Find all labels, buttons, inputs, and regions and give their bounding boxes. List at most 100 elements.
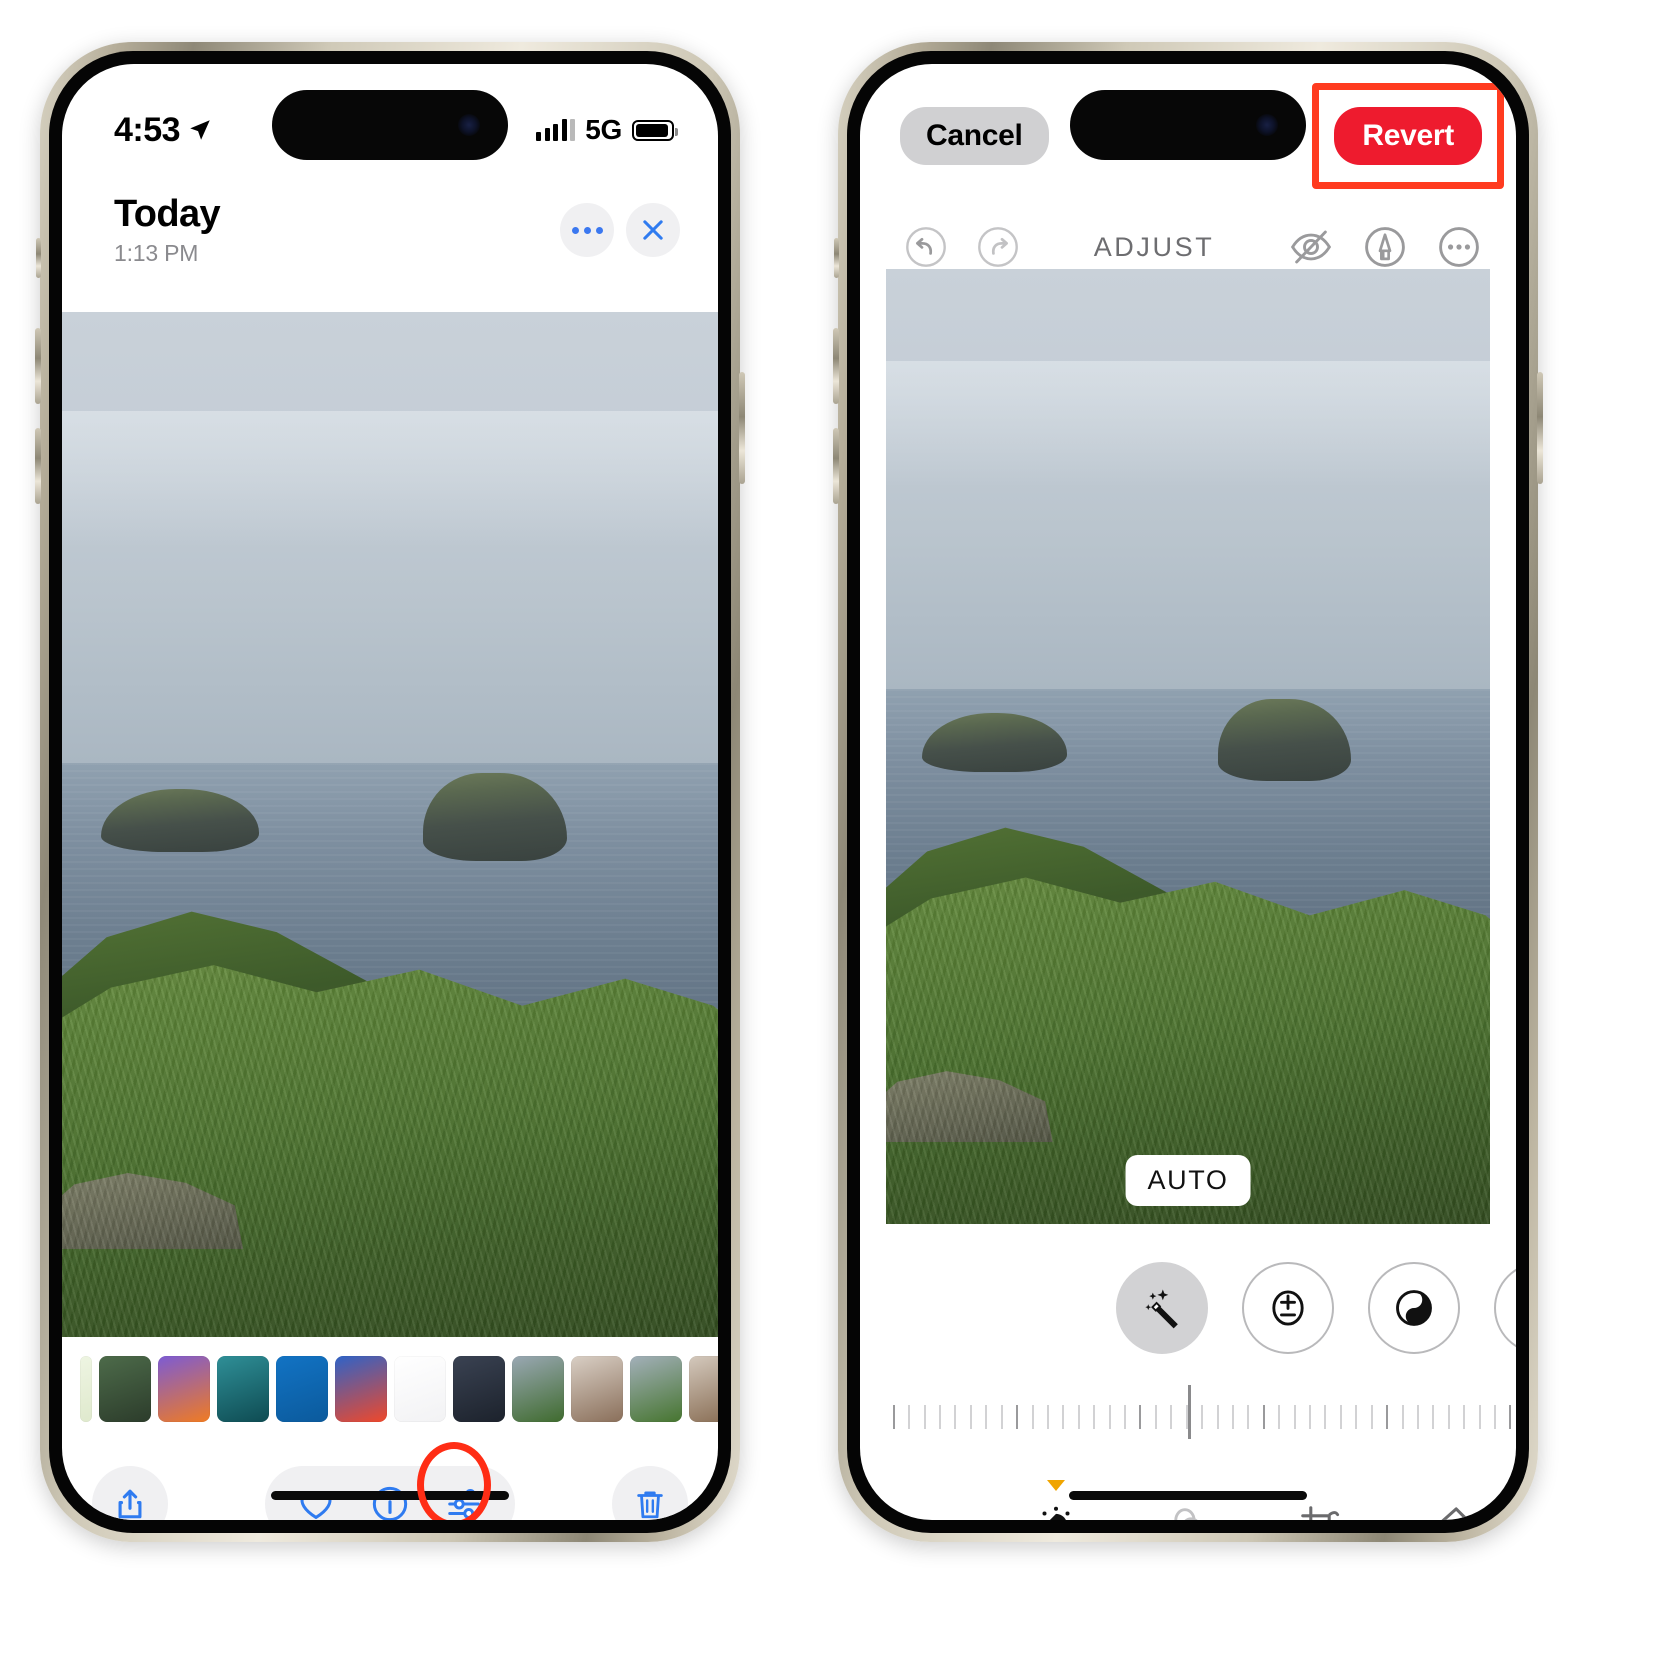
eraser-icon xyxy=(1441,1507,1469,1520)
ruler-tick xyxy=(969,1405,972,1429)
thumbnail-filmstrip[interactable] xyxy=(62,1352,718,1426)
thumbnail-item[interactable] xyxy=(512,1356,564,1422)
ruler-tick xyxy=(1324,1405,1327,1429)
iphone-right-device: Cancel Revert ADJUST AUTO xyxy=(833,42,1543,1542)
home-indicator[interactable] xyxy=(1069,1491,1307,1500)
ruler-tick xyxy=(1278,1405,1281,1429)
ruler-tick xyxy=(939,1405,942,1429)
ruler-tick xyxy=(1093,1405,1096,1429)
page-title: Today xyxy=(114,193,221,235)
thumbnail-item[interactable] xyxy=(80,1356,92,1422)
ruler-tick xyxy=(1386,1405,1389,1429)
location-arrow-icon xyxy=(190,120,210,140)
more-options-icon xyxy=(571,226,603,234)
power-button[interactable] xyxy=(1537,372,1543,484)
revert-button[interactable]: Revert xyxy=(1334,107,1482,165)
cancel-button[interactable]: Cancel xyxy=(900,107,1049,165)
photo-canvas[interactable] xyxy=(62,312,718,1337)
more-options-button[interactable] xyxy=(560,203,614,257)
photos-viewer-screen: 4:53 5G Today 1:13 PM xyxy=(62,64,718,1520)
photo-sky xyxy=(886,269,1490,690)
thumbnail-item[interactable] xyxy=(571,1356,623,1422)
photo-header-buttons xyxy=(560,203,680,257)
revert-button-wrapper: Revert xyxy=(1312,83,1504,189)
thumbnail-item[interactable] xyxy=(689,1356,718,1422)
thumbnail-item[interactable] xyxy=(99,1356,151,1422)
ruler-tick xyxy=(1355,1405,1358,1429)
trash-icon xyxy=(637,1491,663,1519)
exposure-plus-minus-icon xyxy=(1272,1290,1304,1326)
network-label: 5G xyxy=(585,114,622,145)
ruler-tick xyxy=(1478,1405,1481,1429)
thumbnail-item[interactable] xyxy=(394,1356,446,1422)
crop-rotate-icon xyxy=(1301,1506,1340,1520)
photo-sky xyxy=(62,312,718,763)
ruler-tick xyxy=(1124,1405,1127,1429)
edit-history-buttons xyxy=(904,225,1020,269)
volume-up-button[interactable] xyxy=(35,328,41,404)
ruler-tick xyxy=(1031,1405,1034,1429)
undo-arrow-icon[interactable] xyxy=(904,225,948,269)
ruler-tick xyxy=(1339,1405,1342,1429)
info-circle-icon xyxy=(372,1486,408,1520)
thumbnail-item[interactable] xyxy=(217,1356,269,1422)
eye-slash-icon[interactable] xyxy=(1288,224,1334,270)
ruler-tick xyxy=(1293,1405,1296,1429)
thumbnail-item[interactable] xyxy=(630,1356,682,1422)
markup-pen-circle-icon[interactable] xyxy=(1362,224,1408,270)
volume-down-button[interactable] xyxy=(35,428,41,504)
ruler-tick xyxy=(1108,1405,1111,1429)
exposure-tool[interactable] xyxy=(1242,1262,1334,1354)
status-bar-time-group: 4:53 xyxy=(114,111,213,150)
edit-top-bar: Cancel Revert xyxy=(860,83,1516,189)
tab-clean-up[interactable]: Clean Up xyxy=(1386,1482,1516,1520)
active-tab-caret-icon xyxy=(1047,1480,1065,1491)
redo-arrow-icon[interactable] xyxy=(976,225,1020,269)
ruler-tick xyxy=(1401,1405,1404,1429)
silent-switch[interactable] xyxy=(834,238,839,278)
adjust-dial-icon xyxy=(1042,1506,1070,1520)
edit-mode-title: ADJUST xyxy=(1093,231,1215,262)
ruler-tick xyxy=(1077,1405,1080,1429)
ruler-tick xyxy=(1046,1405,1049,1429)
cellular-bars-icon xyxy=(536,119,576,141)
tab-adjust[interactable]: Adjust xyxy=(990,1480,1122,1520)
thumbnail-item[interactable] xyxy=(276,1356,328,1422)
auto-enhance-chip[interactable]: AUTO xyxy=(1125,1155,1251,1206)
ruler-tick xyxy=(1201,1405,1204,1429)
device-bezel: Cancel Revert ADJUST AUTO xyxy=(847,51,1529,1533)
tab-crop[interactable]: Crop xyxy=(1254,1482,1386,1520)
highlights-tool[interactable] xyxy=(1494,1262,1516,1354)
ruler-tick xyxy=(954,1405,957,1429)
volume-up-button[interactable] xyxy=(833,328,839,404)
auto-enhance-tool[interactable] xyxy=(1116,1262,1208,1354)
adjust-tool-carousel[interactable] xyxy=(860,1254,1516,1362)
edit-tool-bar: ADJUST xyxy=(860,212,1516,282)
volume-down-button[interactable] xyxy=(833,428,839,504)
close-button[interactable] xyxy=(626,203,680,257)
power-button[interactable] xyxy=(739,372,745,484)
status-bar: 4:53 5G xyxy=(62,64,718,162)
thumbnail-item[interactable] xyxy=(335,1356,387,1422)
ruler-tick xyxy=(1016,1405,1019,1429)
ruler-tick xyxy=(1231,1405,1234,1429)
delete-button[interactable] xyxy=(612,1466,688,1520)
intensity-ruler-slider[interactable] xyxy=(860,1384,1516,1446)
photo-edit-adjust-screen: Cancel Revert ADJUST AUTO xyxy=(860,64,1516,1520)
brilliance-tool[interactable] xyxy=(1368,1262,1460,1354)
edit-photo-canvas[interactable]: AUTO xyxy=(886,269,1490,1224)
thumbnail-item[interactable] xyxy=(453,1356,505,1422)
share-button[interactable] xyxy=(92,1466,168,1520)
landscape-photo xyxy=(62,312,718,1337)
home-indicator[interactable] xyxy=(271,1491,509,1500)
tab-filters[interactable]: Filters xyxy=(1122,1482,1254,1520)
ruler-cursor[interactable] xyxy=(1188,1385,1191,1439)
device-bezel: 4:53 5G Today 1:13 PM xyxy=(49,51,731,1533)
ruler-tick xyxy=(1509,1405,1512,1429)
magic-wand-icon xyxy=(1145,1289,1178,1329)
screenshot-stage: 4:53 5G Today 1:13 PM Cancel Revert ADJU… xyxy=(0,0,1678,1665)
ruler-tick xyxy=(1262,1405,1265,1429)
more-circle-icon[interactable] xyxy=(1436,224,1482,270)
silent-switch[interactable] xyxy=(36,238,41,278)
thumbnail-item[interactable] xyxy=(158,1356,210,1422)
